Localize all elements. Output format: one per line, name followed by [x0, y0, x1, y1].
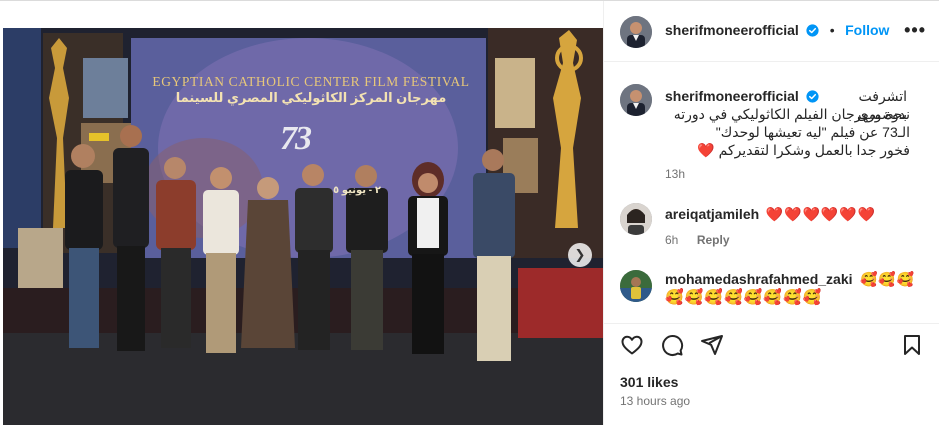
comment-text: ❤️❤️❤️❤️❤️❤️ — [765, 206, 877, 222]
chevron-right-icon: ❯ — [574, 247, 586, 262]
banner-date: ٢ - يونيو ٥ — [332, 185, 381, 196]
share-icon[interactable] — [700, 333, 724, 357]
post-action-bar — [604, 323, 939, 364]
follow-button[interactable]: Follow — [845, 22, 889, 38]
comment-item: mohamedashrafahmed_zaki 🥰🥰🥰 — [665, 271, 915, 289]
post-timestamp: 13 hours ago — [620, 394, 691, 408]
post-photo[interactable]: EGYPTIAN CATHOLIC CENTER FILM FESTIVAL م… — [3, 28, 603, 425]
comment-item: areiqatjamileh ❤️❤️❤️❤️❤️❤️ — [665, 206, 876, 224]
comment-avatar[interactable] — [620, 270, 652, 302]
comment-icon[interactable] — [660, 333, 684, 357]
likes-count[interactable]: 301 likes — [620, 374, 678, 390]
heart-outline-icon[interactable] — [620, 333, 644, 357]
post-dialog: EGYPTIAN CATHOLIC CENTER FILM FESTIVAL م… — [0, 0, 939, 425]
avatar[interactable] — [620, 16, 652, 48]
caption-line: ندوة بمهرجان الفيلم الكاثوليكي في دورته — [673, 106, 910, 122]
caption-line: فخور جدا بالعمل وشكرا لتقديركم ❤️ — [697, 142, 910, 158]
caption-line: الـ73 عن فيلم "ليه تعيشها لوحدك" — [715, 124, 910, 140]
banner-year: 73 — [280, 120, 312, 157]
post-author-username[interactable]: sherifmoneerofficial — [665, 22, 799, 38]
post-header: sherifmoneerofficial • Follow ••• — [604, 1, 939, 62]
caption-username[interactable]: sherifmoneerofficial — [665, 88, 799, 104]
caption-author: sherifmoneerofficial — [665, 88, 819, 106]
comment-text-continued: 🥰🥰🥰🥰🥰🥰🥰🥰 — [665, 289, 823, 306]
reply-button[interactable]: Reply — [697, 233, 730, 247]
comment-username[interactable]: areiqatjamileh — [665, 206, 759, 222]
comment-avatar[interactable] — [620, 203, 652, 235]
caption-timestamp: 13h — [665, 167, 686, 181]
comment-text: 🥰🥰🥰 — [859, 271, 916, 287]
banner-title-arabic: مهرجان المركز الكاثوليكي المصري للسينما — [175, 90, 447, 105]
comment-username[interactable]: mohamedashrafahmed_zaki — [665, 271, 853, 287]
more-horizontal-icon: ••• — [904, 20, 926, 40]
verified-badge-icon — [806, 24, 819, 37]
bookmark-icon[interactable] — [900, 333, 924, 357]
header-separator: • — [829, 22, 835, 38]
caption-avatar[interactable] — [620, 84, 652, 116]
banner-title-english: EGYPTIAN CATHOLIC CENTER FILM FESTIVAL — [152, 74, 470, 89]
post-details-panel: sherifmoneerofficial • Follow ••• sherif… — [603, 1, 939, 425]
comment-timestamp: 6h — [665, 233, 679, 247]
more-options-button[interactable]: ••• — [904, 20, 926, 40]
carousel-next-button[interactable]: ❯ — [568, 243, 592, 267]
